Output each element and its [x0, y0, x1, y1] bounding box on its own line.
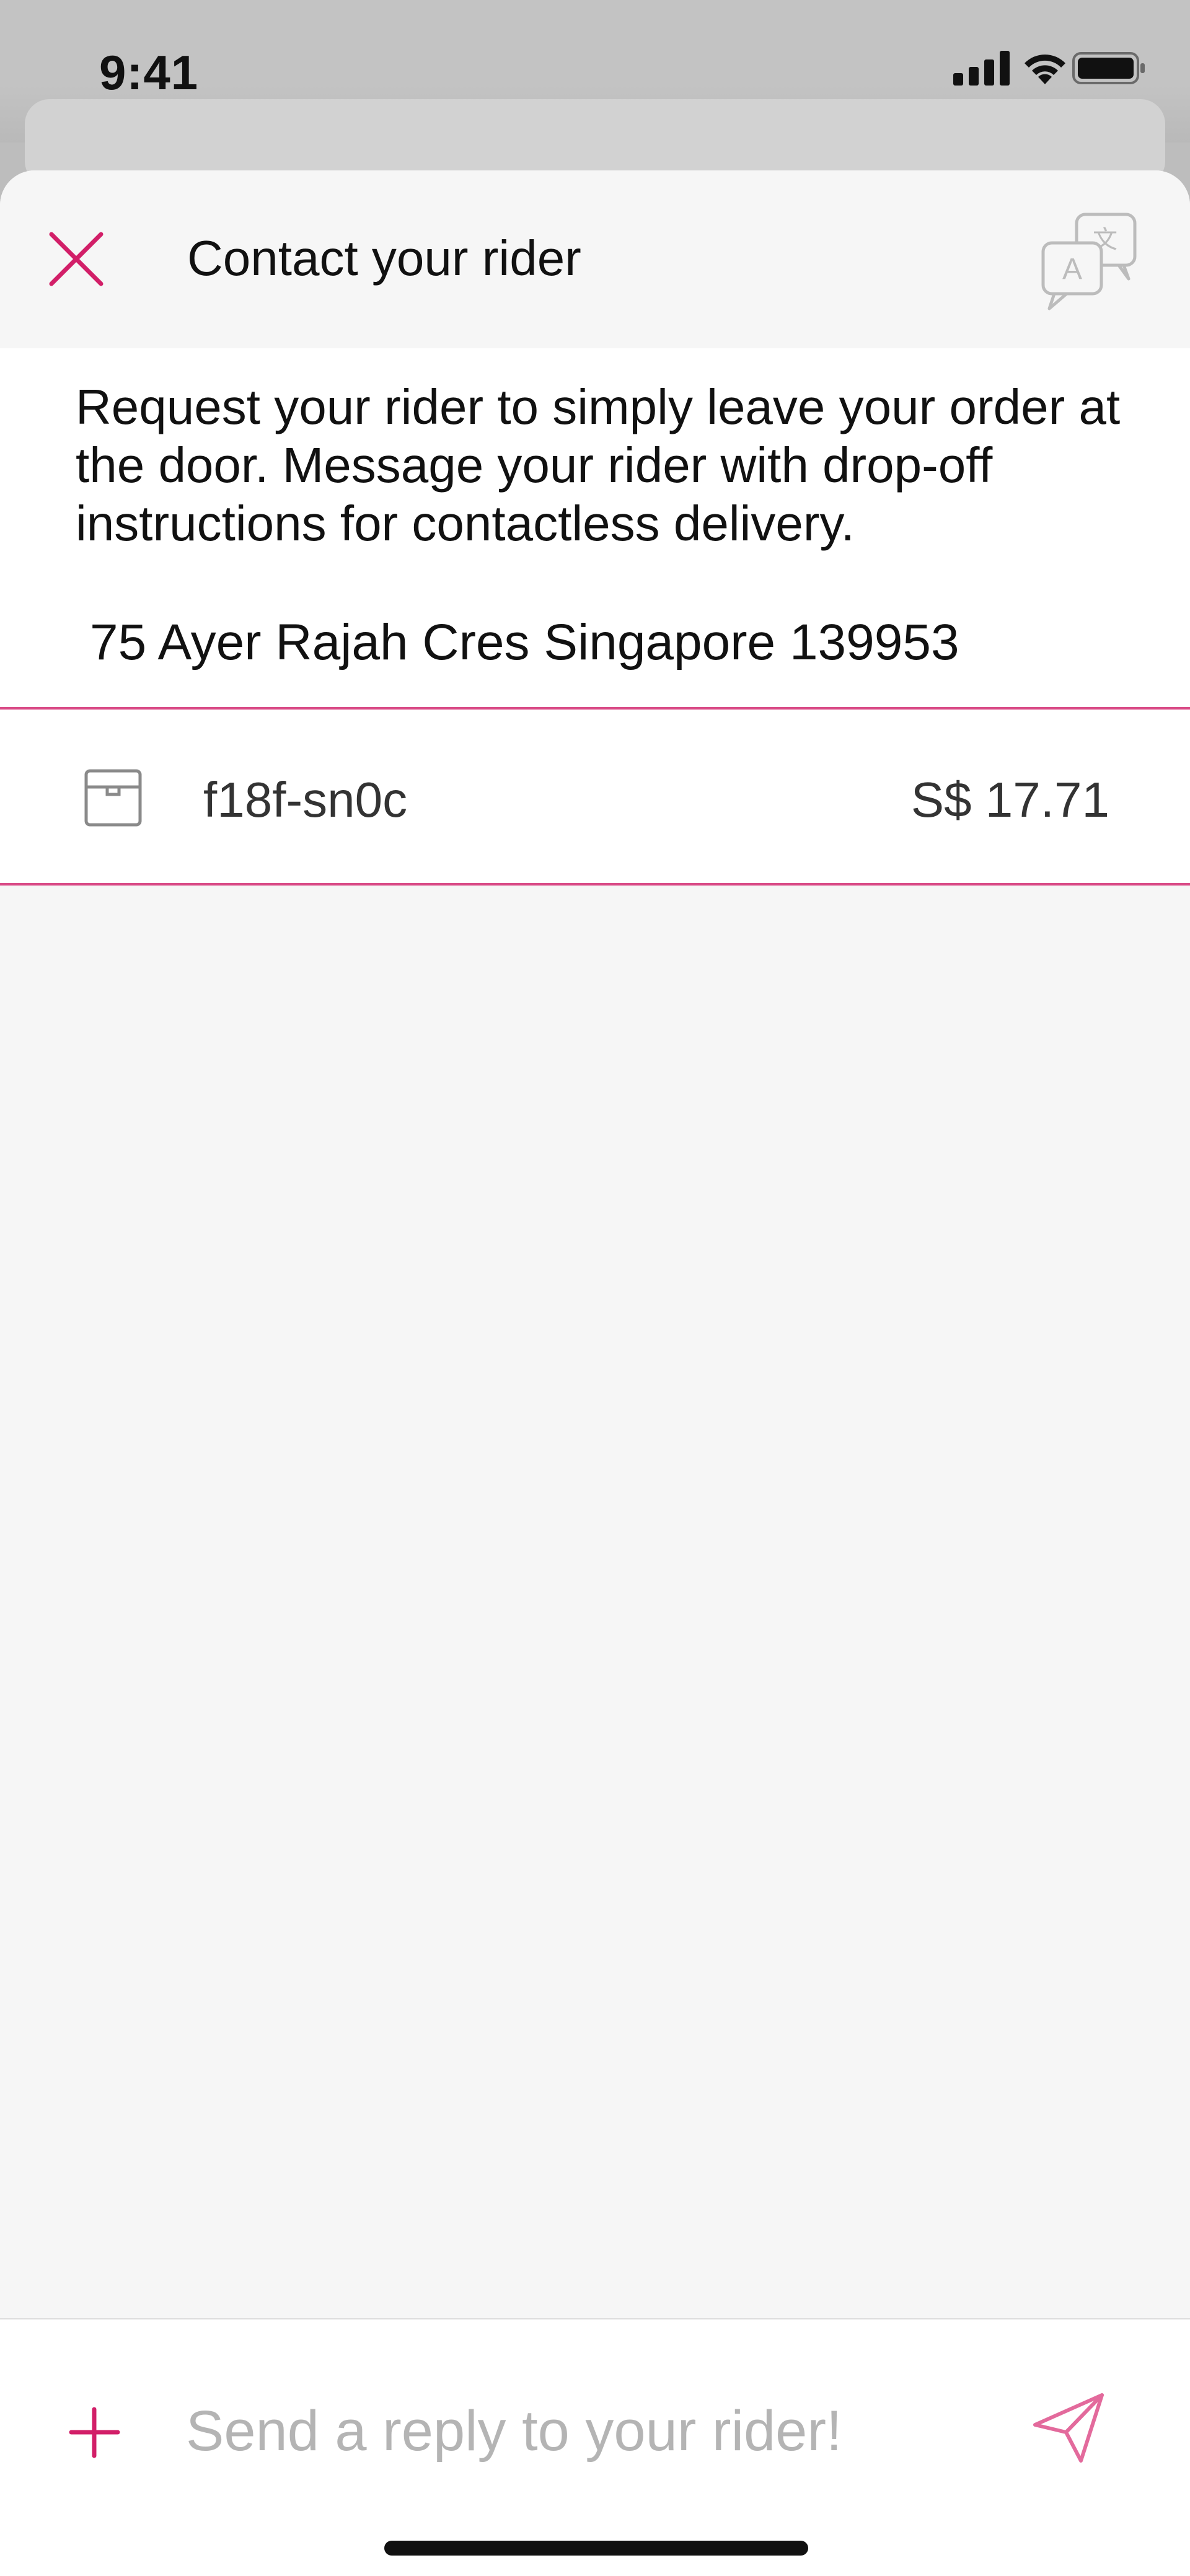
delivery-address: 75 Ayer Rajah Cres Singapore 139953 — [90, 614, 959, 670]
attach-button[interactable] — [59, 2397, 130, 2468]
contact-rider-sheet: Contact your rider 文 A Request your ride… — [0, 170, 1190, 2576]
close-button[interactable] — [37, 220, 115, 297]
translate-icon: 文 A — [1041, 213, 1137, 310]
cellular-signal-icon — [953, 51, 1010, 86]
send-button[interactable] — [1029, 2388, 1109, 2468]
home-indicator — [384, 2541, 808, 2556]
package-icon — [84, 769, 142, 827]
sheet-header: Contact your rider 文 A — [0, 170, 1190, 348]
svg-text:A: A — [1062, 253, 1082, 286]
page-title: Contact your rider — [187, 231, 581, 286]
delivery-instructions: Request your rider to simply leave your … — [76, 379, 1121, 551]
close-icon — [49, 232, 103, 286]
plus-icon — [69, 2407, 120, 2458]
order-price: S$ 17.71 — [910, 772, 1109, 827]
message-composer — [0, 2318, 1190, 2576]
translate-button[interactable]: 文 A — [1038, 211, 1140, 313]
wifi-icon — [1025, 55, 1065, 84]
order-summary-row[interactable]: f18f-sn0c S$ 17.71 — [0, 710, 1190, 883]
battery-icon — [1072, 52, 1145, 84]
send-icon — [1033, 2393, 1104, 2463]
chat-message-area[interactable] — [0, 886, 1190, 2318]
order-code: f18f-sn0c — [203, 772, 408, 827]
status-time: 9:41 — [99, 45, 199, 100]
reply-input[interactable] — [186, 2391, 992, 2471]
